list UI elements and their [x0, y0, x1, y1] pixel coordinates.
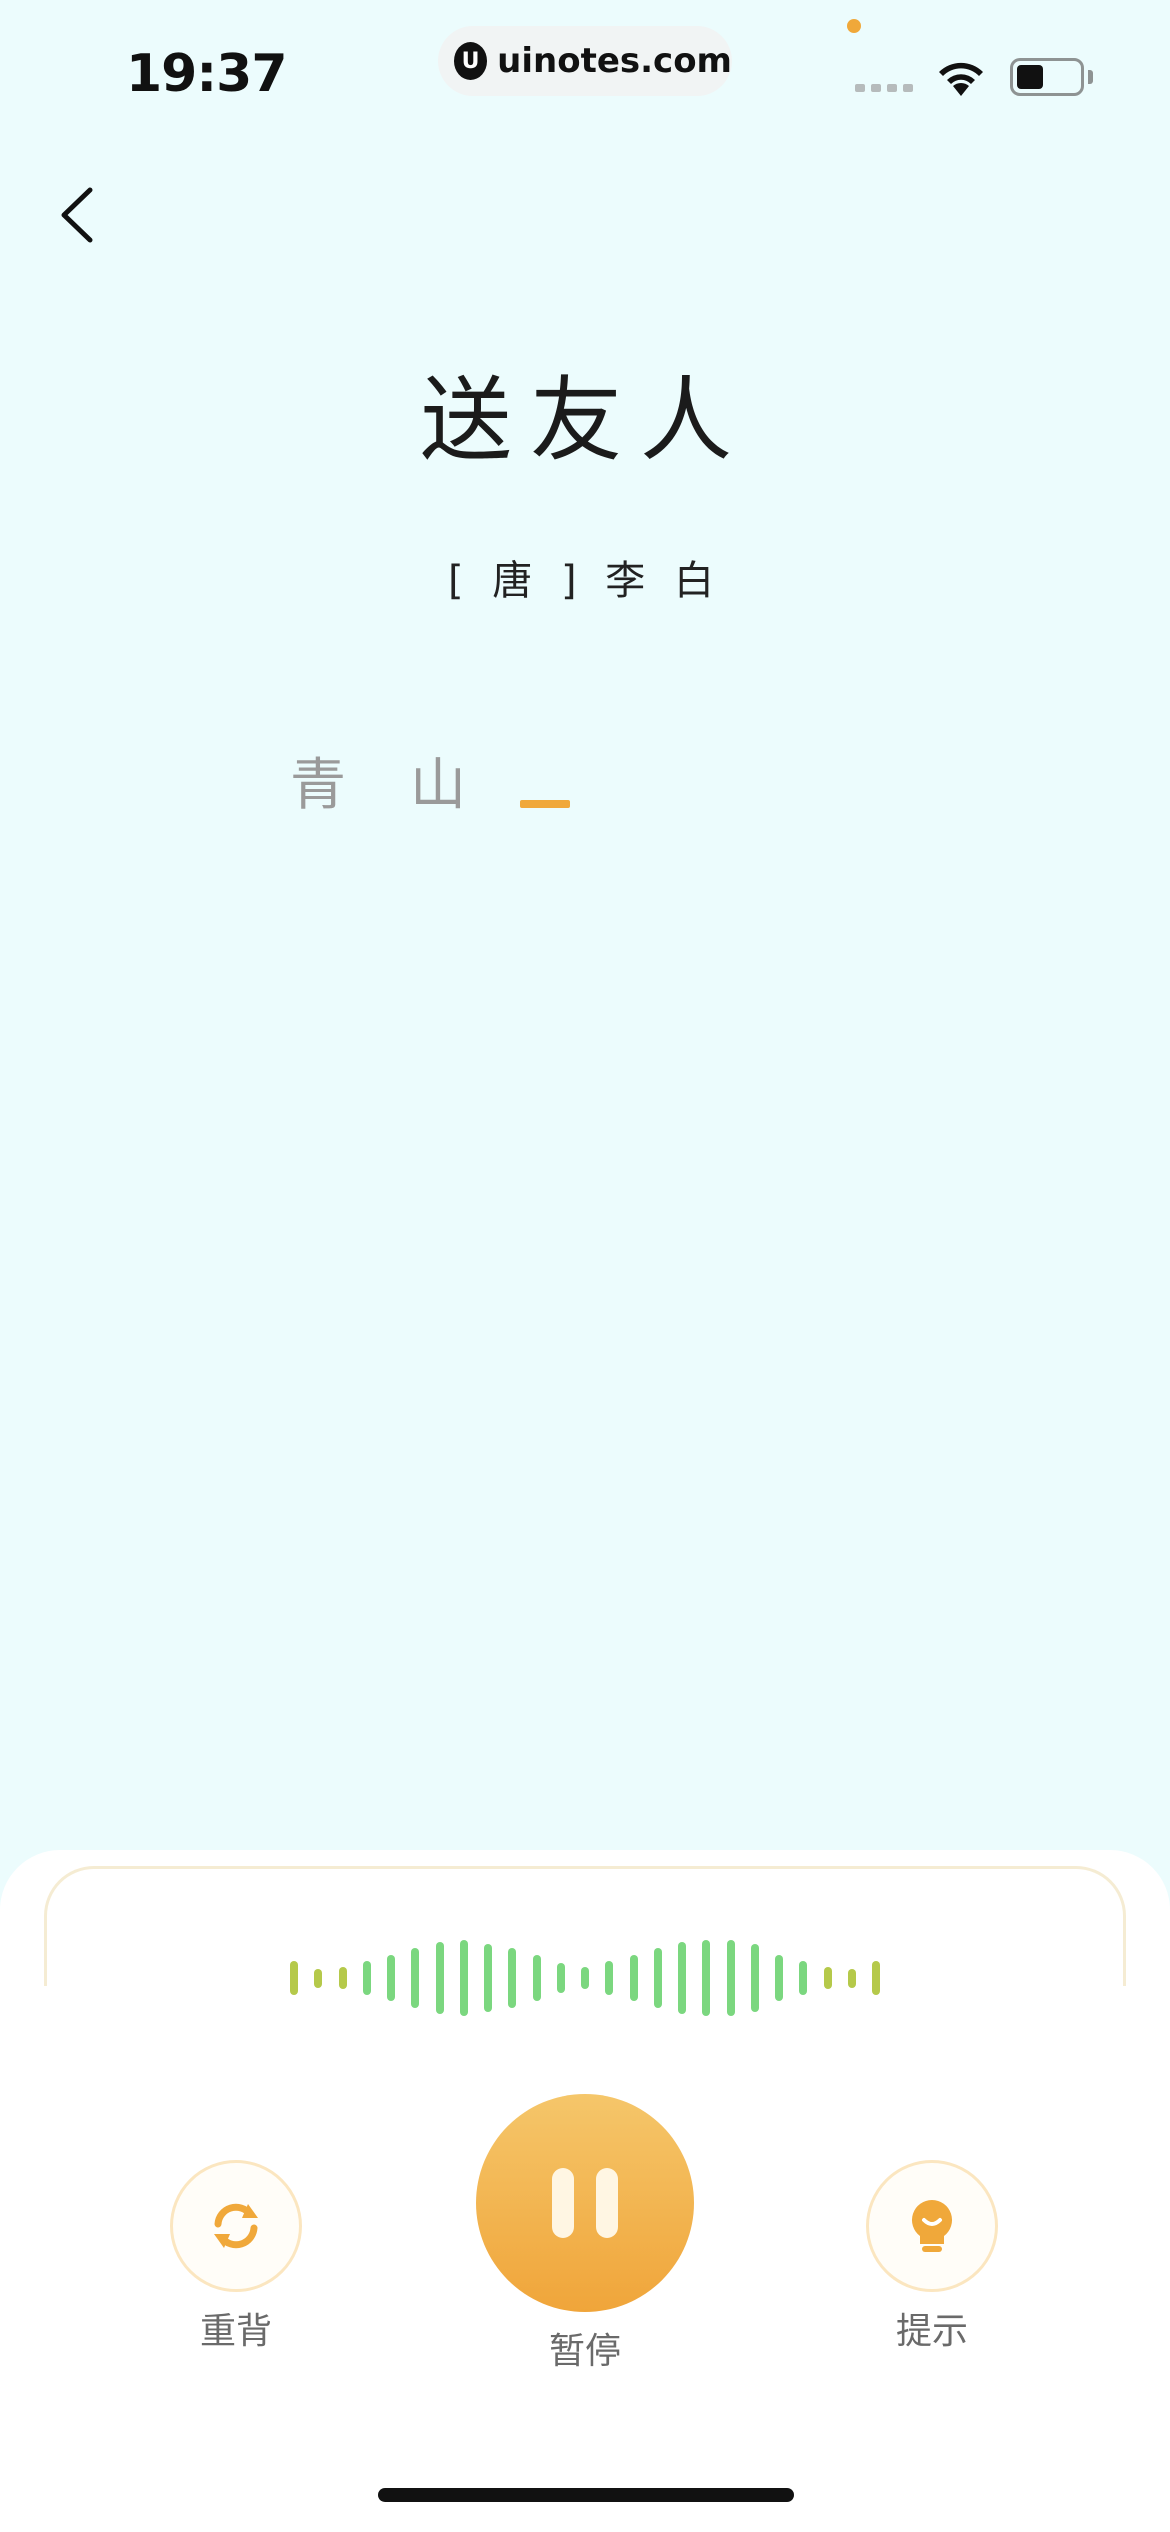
recited-char: 山 [410, 753, 466, 818]
restart-control[interactable]: 重背 [170, 2160, 302, 2354]
restart-button[interactable] [170, 2160, 302, 2292]
waveform-bar [435, 1941, 444, 2015]
waveform-bar [338, 1966, 347, 1990]
battery-icon [1010, 58, 1084, 96]
hint-label: 提示 [895, 2311, 968, 2352]
pause-control[interactable]: 暂停 [476, 2094, 694, 2374]
pause-icon [596, 2168, 618, 2238]
site-logo-icon: U [454, 42, 488, 80]
waveform-bar [799, 1960, 808, 1996]
wifi-icon [939, 62, 983, 96]
hint-control[interactable]: 提示 [866, 2160, 998, 2354]
refresh-icon [214, 2203, 258, 2249]
url-pill[interactable]: U uinotes.com [438, 26, 732, 96]
waveform-bar [678, 1941, 686, 2015]
waveform-bar [872, 1960, 880, 1996]
waveform-bar [605, 1960, 614, 1996]
waveform-bar [508, 1947, 517, 2009]
poem-author: [ 唐 ] 李 白 [447, 558, 723, 604]
url-text: uinotes.com [497, 41, 732, 81]
waveform-bar [847, 1968, 856, 1988]
lightbulb-icon [912, 2200, 952, 2252]
battery-cap [1088, 70, 1093, 84]
waveform-bar [581, 1966, 589, 1990]
waveform-bar [459, 1940, 468, 2016]
chevron-left-icon [61, 187, 93, 243]
back-button[interactable] [50, 180, 110, 250]
waveform-bar [532, 1955, 541, 2001]
recited-line: 青 山 [290, 740, 530, 821]
waveform-bar [362, 1960, 371, 1996]
home-indicator [378, 2488, 794, 2502]
waveform-bar [484, 1943, 492, 2013]
waveform-bar [290, 1960, 298, 1996]
poem-title: 送友人 [419, 367, 750, 474]
status-time: 19:37 [126, 44, 288, 104]
waveform-bar [750, 1943, 759, 2013]
restart-label: 重背 [199, 2311, 272, 2352]
waveform-bar [653, 1947, 662, 2009]
waveform-bar [823, 1966, 832, 1990]
waveform-bar [411, 1947, 420, 2009]
pause-button[interactable] [476, 2094, 694, 2312]
recited-char: 青 [290, 753, 346, 818]
recording-indicator-dot [847, 19, 861, 33]
hint-button[interactable] [866, 2160, 998, 2292]
waveform-bar [629, 1955, 638, 2001]
waveform-bar [314, 1968, 323, 1988]
waveform-bar [726, 1940, 735, 2016]
pause-icon [552, 2168, 574, 2238]
waveform-bar [556, 1962, 565, 1994]
pause-label: 暂停 [548, 2331, 621, 2372]
cellular-signal-icon [855, 84, 913, 92]
waveform-bar [702, 1940, 711, 2016]
waveform-bar [387, 1955, 395, 2001]
waveform-bar [775, 1955, 783, 2001]
audio-waveform [290, 1938, 880, 2018]
input-cursor [520, 800, 570, 808]
